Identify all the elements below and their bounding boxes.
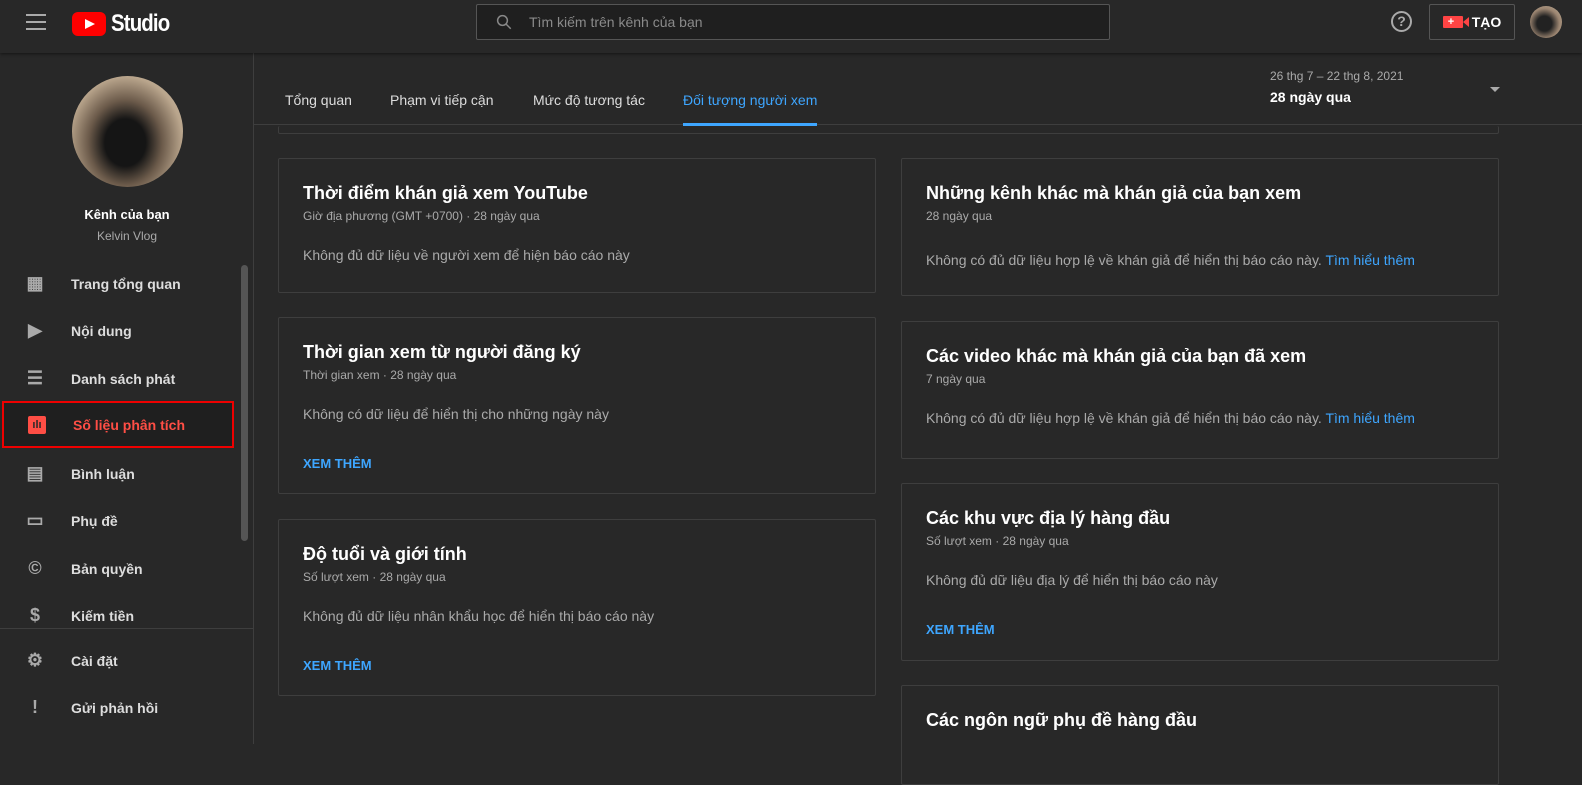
sidebar-item-monetization[interactable]: $ Kiếm tiền — [0, 592, 234, 639]
sidebar-item-label: Phụ đề — [71, 512, 118, 529]
previous-card — [278, 126, 1499, 134]
card-subtitle: Số lượt xem · 28 ngày qua — [926, 534, 1069, 548]
card-title: Độ tuổi và giới tính — [303, 544, 467, 564]
sidebar-item-label: Bình luận — [71, 465, 135, 482]
sidebar-item-label: Nội dung — [71, 322, 132, 339]
tab-bar: Tổng quan Phạm vi tiếp cận Mức độ tương … — [254, 53, 1582, 126]
tab-engagement[interactable]: Mức độ tương tác — [533, 92, 645, 123]
card-title: Các khu vực địa lý hàng đầu — [926, 508, 1171, 528]
date-range-picker[interactable]: 26 thg 7 – 22 thg 8, 2021 28 ngày qua — [1270, 69, 1500, 109]
card-other-channels: Những kênh khác mà khán giả của bạn xem … — [901, 158, 1499, 296]
playlist-icon: ☰ — [26, 368, 44, 388]
menu-icon[interactable] — [26, 14, 46, 30]
sidebar-item-copyright[interactable]: © Bản quyền — [0, 545, 234, 592]
card-other-videos: Các video khác mà khán giả của bạn đã xe… — [901, 321, 1499, 459]
dropdown-arrow-icon — [1490, 87, 1500, 92]
card-when-viewers-on-youtube: Thời điểm khán giả xem YouTube Giờ địa p… — [278, 158, 876, 293]
sidebar-item-feedback[interactable]: ! Gửi phản hồi — [0, 684, 234, 731]
top-bar: Studio ? +TẠO — [0, 0, 1582, 53]
tab-overview[interactable]: Tổng quan — [285, 92, 352, 123]
card-message: Không có đủ dữ liệu hợp lệ về khán giả đ… — [926, 252, 1415, 268]
sidebar-item-playlists[interactable]: ☰ Danh sách phát — [0, 355, 234, 402]
sidebar-scrollbar[interactable] — [241, 265, 248, 541]
card-message-text: Không có đủ dữ liệu hợp lệ về khán giả đ… — [926, 252, 1322, 268]
create-label: TẠO — [1471, 14, 1502, 30]
sidebar-item-subtitles[interactable]: ▭ Phụ đề — [0, 497, 234, 544]
learn-more-link[interactable]: Tìm hiểu thêm — [1325, 410, 1414, 426]
card-subtitle: 28 ngày qua — [926, 209, 993, 223]
sidebar-item-label: Cài đặt — [71, 652, 118, 669]
analytics-icon: ılı — [27, 415, 47, 435]
channel-title: Kênh của bạn — [84, 207, 170, 222]
card-age-gender: Độ tuổi và giới tính Số lượt xem · 28 ng… — [278, 519, 876, 696]
card-subtitle: 7 ngày qua — [926, 372, 986, 386]
main-content: Tổng quan Phạm vi tiếp cận Mức độ tương … — [254, 53, 1582, 785]
sidebar-item-comments[interactable]: ▤ Bình luận — [0, 450, 234, 497]
sidebar-item-label: Danh sách phát — [71, 370, 176, 387]
card-message: Không có đủ dữ liệu hợp lệ về khán giả đ… — [926, 410, 1415, 426]
sidebar: Kênh của bạn Kelvin Vlog ▦ Trang tổng qua… — [0, 53, 254, 744]
card-top-geographies: Các khu vực địa lý hàng đầu Số lượt xem … — [901, 483, 1499, 661]
card-subtitle: Thời gian xem · 28 ngày qua — [303, 368, 457, 382]
settings-icon: ⚙ — [26, 650, 44, 670]
date-period: 28 ngày qua — [1270, 89, 1351, 105]
sidebar-item-label: Kiếm tiền — [71, 607, 135, 624]
card-message: Không đủ dữ liệu nhân khẩu học để hiển t… — [303, 608, 655, 624]
sidebar-item-analytics[interactable]: ılı Số liệu phân tích — [2, 401, 234, 448]
sidebar-item-label: Trang tổng quan — [71, 275, 181, 292]
logo-text: Studio — [111, 10, 170, 37]
dashboard-icon: ▦ — [26, 273, 44, 293]
card-subtitle: Giờ địa phương (GMT +0700) · 28 ngày qua — [303, 209, 540, 223]
card-message-text: Không có đủ dữ liệu hợp lệ về khán giả đ… — [926, 410, 1322, 426]
sidebar-divider — [0, 628, 254, 629]
video-camera-icon: + — [1442, 16, 1469, 28]
card-subscriber-watch-time: Thời gian xem từ người đăng ký Thời gian… — [278, 317, 876, 494]
sidebar-item-settings[interactable]: ⚙ Cài đặt — [0, 637, 234, 684]
card-message: Không có dữ liệu để hiển thị cho những n… — [303, 406, 609, 422]
card-title: Các video khác mà khán giả của bạn đã xe… — [926, 346, 1307, 366]
channel-avatar[interactable] — [72, 76, 183, 187]
sidebar-item-label: Số liệu phân tích — [73, 416, 186, 433]
sidebar-item-label: Gửi phản hồi — [71, 699, 159, 716]
sidebar-item-label: Bản quyền — [71, 560, 143, 577]
tab-audience[interactable]: Đối tượng người xem — [683, 92, 818, 126]
learn-more-link[interactable]: Tìm hiểu thêm — [1325, 252, 1414, 268]
see-more-button[interactable]: XEM THÊM — [926, 622, 995, 637]
search-box[interactable] — [476, 4, 1110, 40]
card-title: Thời gian xem từ người đăng ký — [303, 342, 581, 362]
feedback-icon: ! — [32, 697, 38, 717]
sidebar-item-content[interactable]: ▶ Nội dung — [0, 307, 234, 354]
see-more-button[interactable]: XEM THÊM — [303, 456, 372, 471]
card-message: Không đủ dữ liệu địa lý để hiển thị báo … — [926, 572, 1218, 588]
account-avatar[interactable] — [1530, 6, 1562, 38]
comments-icon: ▤ — [26, 463, 44, 483]
sidebar-item-dashboard[interactable]: ▦ Trang tổng quan — [0, 260, 234, 307]
card-title: Các ngôn ngữ phụ đề hàng đầu — [926, 710, 1198, 730]
see-more-button[interactable]: XEM THÊM — [303, 658, 372, 673]
content-icon: ▶ — [28, 320, 42, 340]
card-message: Không đủ dữ liệu về người xem để hiện bá… — [303, 247, 630, 263]
search-input[interactable] — [529, 14, 1089, 30]
card-subtitle: Số lượt xem · 28 ngày qua — [303, 570, 446, 584]
card-title: Thời điểm khán giả xem YouTube — [303, 183, 588, 203]
channel-name: Kelvin Vlog — [96, 229, 158, 243]
create-button[interactable]: + TẠO — [1429, 4, 1515, 40]
youtube-logo-icon — [72, 12, 106, 36]
search-icon — [496, 14, 512, 30]
card-top-subtitle-languages: Các ngôn ngữ phụ đề hàng đầu — [901, 685, 1499, 785]
tab-reach[interactable]: Phạm vi tiếp cận — [390, 92, 494, 123]
monetization-icon: $ — [29, 605, 40, 625]
card-title: Những kênh khác mà khán giả của bạn xem — [926, 183, 1302, 203]
date-range: 26 thg 7 – 22 thg 8, 2021 — [1270, 69, 1404, 83]
help-icon[interactable]: ? — [1391, 11, 1412, 32]
subtitles-icon: ▭ — [26, 510, 44, 530]
studio-logo[interactable]: Studio — [72, 10, 180, 38]
copyright-icon: © — [28, 558, 42, 578]
